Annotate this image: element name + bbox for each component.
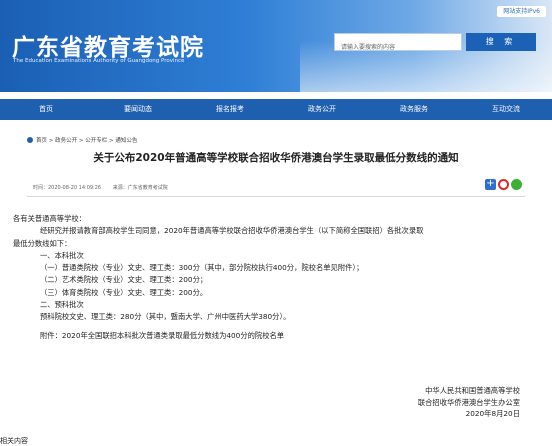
search-input-wrapper (334, 33, 462, 56)
greeting: 各有关普通高等学校： (13, 214, 86, 223)
related-content-heading: 相关内容 (0, 437, 28, 445)
search-input[interactable] (335, 40, 461, 56)
ipv6-badge: 网站支持IPv6 (497, 6, 546, 17)
nav-item-registration[interactable]: 报名报考 (184, 99, 276, 120)
breadcrumb-text[interactable]: 首页 > 政务公开 > 公开专栏 > 通知公告 (36, 136, 137, 144)
wechat-icon[interactable] (511, 179, 522, 190)
site-title[interactable]: 广东省教育考试院 (12, 28, 204, 62)
nav-item-news[interactable]: 要闻动态 (92, 99, 184, 120)
paragraph-1: 经研究并报请教育部高校学生司同意，2020年普通高等学校联合招收华侨港澳台学生（… (40, 226, 424, 236)
attachment-link[interactable]: 附件：2020年全国联招本科批次普通类录取最低分数线为400分的院校名单 (13, 330, 543, 342)
nav-item-home[interactable]: 首页 (0, 99, 92, 120)
share-plus-icon[interactable]: + (485, 179, 496, 190)
share-bar: + (485, 179, 522, 190)
sign-line-2: 联合招收华侨港澳台学生办公室 (417, 397, 520, 407)
location-icon (27, 137, 33, 143)
paragraph-1-cont: 最低分数线如下： (13, 238, 72, 248)
section-2-heading: 二、预科批次 (40, 300, 84, 310)
item-4: 预科院校文史、理工类：280分（其中，暨南大学、广州中医药大学380分）。 (40, 312, 291, 322)
search-button[interactable]: 搜 索 (466, 33, 536, 51)
nav-item-public-affairs[interactable]: 政务公开 (276, 99, 368, 120)
article-source: 来源：广东省教育考试院 (112, 185, 168, 191)
title-divider (27, 196, 525, 197)
article-time: 时间：2020-08-20 14:09:26 (33, 185, 102, 191)
nav-item-services[interactable]: 政务服务 (368, 99, 460, 120)
header-banner: 网站支持IPv6 广东省教育考试院 The Education Examinat… (0, 0, 552, 92)
section-1-heading: 一、本科批次 (40, 250, 84, 260)
item-1: （一）普通类院校（专业）文史、理工类：300分（其中，部分院校执行400分，院校… (40, 263, 364, 273)
sign-line-1: 中华人民共和国普通高等学校 (425, 386, 520, 395)
main-nav: 首页 要闻动态 报名报考 政务公开 政务服务 互动交流 (0, 99, 552, 120)
article-title: 关于公布2020年普通高等学校联合招收华侨港澳台学生录取最低分数线的通知 (93, 152, 459, 164)
article-body: 各有关普通高等学校： 经研究并报请教育部高校学生司同意，2020年普通高等学校联… (13, 213, 543, 342)
item-2: （二）艺术类院校（专业）文史、理工类：200分； (40, 275, 208, 285)
breadcrumb: 首页 > 政务公开 > 公开专栏 > 通知公告 (27, 136, 137, 144)
article-meta: 时间：2020-08-20 14:09:26 来源：广东省教育考试院 (33, 184, 178, 191)
item-3: （三）体育类院校（专业）文史、理工类：200分。 (40, 287, 208, 297)
sign-date: 2020年8月20日 (465, 409, 520, 418)
signature-block: 中华人民共和国普通高等学校 联合招收华侨港澳台学生办公室 2020年8月20日 (370, 385, 520, 420)
nav-item-interaction[interactable]: 互动交流 (460, 99, 552, 120)
weibo-icon[interactable] (498, 179, 509, 190)
site-subtitle: The Education Examinations Authority of … (13, 58, 185, 64)
